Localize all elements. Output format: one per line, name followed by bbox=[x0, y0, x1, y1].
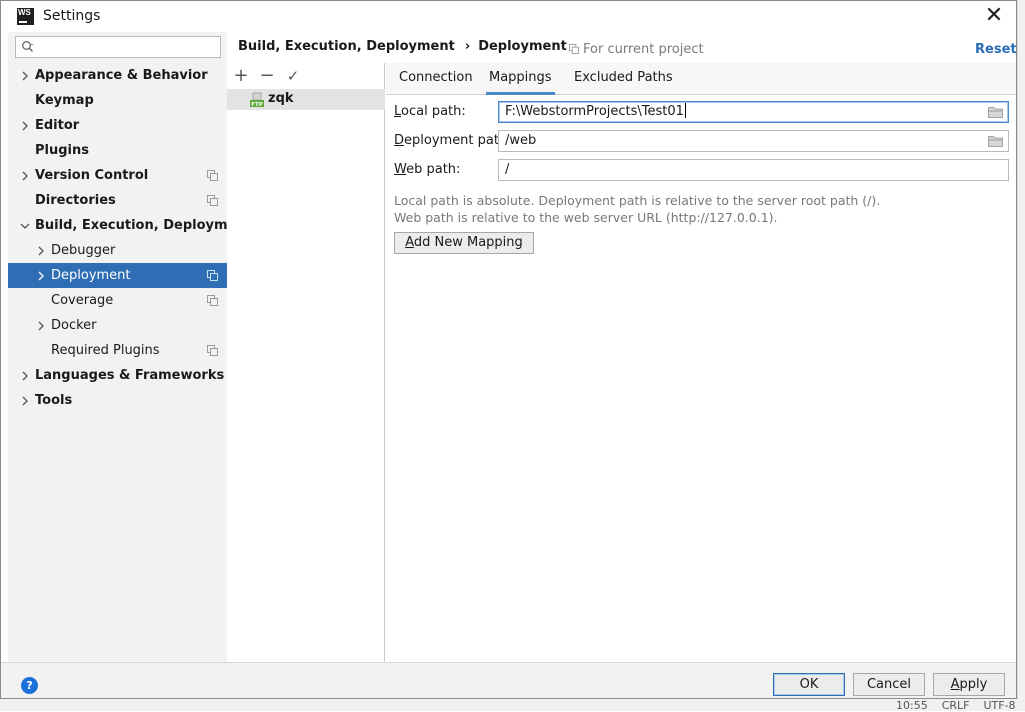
chevron-right-icon[interactable] bbox=[36, 238, 46, 263]
server-list-panel: + − ✓ FTP zqk bbox=[227, 63, 385, 662]
local-path-field[interactable]: F:\WebstormProjects\Test01 bbox=[498, 101, 1009, 123]
sidebar-item-label: Editor bbox=[35, 118, 80, 133]
server-name: zqk bbox=[268, 91, 294, 106]
status-time: 10:55 bbox=[896, 699, 928, 712]
scope-note-text: For current project bbox=[583, 42, 704, 57]
apply-button[interactable]: Apply bbox=[933, 673, 1005, 696]
help-icon[interactable]: ? bbox=[21, 677, 38, 694]
remove-server-button[interactable]: − bbox=[257, 66, 277, 86]
local-path-value: F:\WebstormProjects\Test01 bbox=[505, 104, 684, 119]
breadcrumb-current: Deployment bbox=[478, 39, 567, 54]
chevron-right-icon[interactable] bbox=[20, 163, 30, 188]
sidebar-item-directories[interactable]: Directories bbox=[8, 188, 227, 213]
sidebar-item-label: Build, Execution, Deployment bbox=[35, 218, 252, 233]
web-path-field[interactable]: / bbox=[498, 159, 1009, 181]
search-icon[interactable] bbox=[21, 40, 35, 54]
title-bar: WS Settings ✕ bbox=[1, 1, 1016, 31]
sidebar-item-label: Deployment bbox=[51, 268, 131, 283]
tab-bar: Connection Mappings Excluded Paths bbox=[386, 63, 1016, 95]
sidebar-item-appearance-behavior[interactable]: Appearance & Behavior bbox=[8, 63, 227, 88]
sidebar-item-label: Docker bbox=[51, 318, 97, 333]
tab-connection[interactable]: Connection bbox=[397, 63, 475, 95]
tab-mappings[interactable]: Mappings bbox=[486, 63, 555, 95]
folder-icon[interactable] bbox=[988, 135, 1003, 147]
ftp-server-icon: FTP bbox=[250, 92, 264, 108]
background-taskbar bbox=[0, 699, 1025, 711]
chevron-right-icon[interactable] bbox=[36, 263, 46, 288]
sidebar-item-plugins[interactable]: Plugins bbox=[8, 138, 227, 163]
add-new-mapping-button[interactable]: Add New Mapping bbox=[394, 232, 534, 254]
breadcrumb: Build, Execution, Deployment › Deployment bbox=[238, 39, 567, 54]
web-path-label: Web path: bbox=[394, 162, 461, 177]
sidebar-item-build-execution-deployment[interactable]: Build, Execution, Deployment bbox=[8, 213, 252, 238]
cancel-button[interactable]: Cancel bbox=[853, 673, 925, 696]
hint-line-2: Web path is relative to the web server U… bbox=[394, 210, 778, 225]
sidebar-item-coverage[interactable]: Coverage bbox=[8, 288, 227, 313]
project-scope-icon bbox=[569, 44, 579, 54]
sidebar-item-label: Appearance & Behavior bbox=[35, 68, 208, 83]
scope-note: For current project bbox=[569, 42, 704, 57]
local-path-label: Local path: bbox=[394, 104, 466, 119]
server-toolbar: + − ✓ bbox=[227, 63, 385, 89]
reset-link[interactable]: Reset bbox=[975, 42, 1017, 57]
deployment-path-label: Deployment path: bbox=[394, 133, 512, 148]
chevron-right-icon[interactable] bbox=[36, 313, 46, 338]
deployment-path-field[interactable]: /web bbox=[498, 130, 1009, 152]
project-scope-icon bbox=[207, 345, 218, 356]
sidebar-item-required-plugins[interactable]: Required Plugins bbox=[8, 338, 227, 363]
sidebar-item-label: Version Control bbox=[35, 168, 149, 183]
server-item-zqk[interactable]: FTP zqk bbox=[227, 89, 385, 110]
chevron-right-icon[interactable] bbox=[20, 113, 30, 138]
sidebar-item-label: Coverage bbox=[51, 293, 114, 308]
project-scope-icon bbox=[207, 270, 218, 281]
sidebar-item-version-control[interactable]: Version Control bbox=[8, 163, 227, 188]
settings-content: Build, Execution, Deployment › Deployment … bbox=[227, 32, 1017, 662]
sidebar-item-tools[interactable]: Tools bbox=[8, 388, 227, 413]
sidebar-item-keymap[interactable]: Keymap bbox=[8, 88, 227, 113]
breadcrumb-separator: › bbox=[464, 39, 471, 54]
chevron-right-icon[interactable] bbox=[20, 63, 30, 88]
set-default-server-button[interactable]: ✓ bbox=[283, 66, 303, 86]
folder-icon[interactable] bbox=[988, 106, 1003, 118]
project-scope-icon bbox=[207, 295, 218, 306]
add-server-button[interactable]: + bbox=[231, 66, 251, 86]
sidebar-item-editor[interactable]: Editor bbox=[8, 113, 227, 138]
ok-button[interactable]: OK bbox=[773, 673, 845, 696]
webstorm-logo-icon: WS bbox=[17, 8, 34, 25]
status-encoding: UTF-8 bbox=[983, 699, 1016, 712]
hint-line-1: Local path is absolute. Deployment path … bbox=[394, 193, 881, 208]
chevron-right-icon[interactable] bbox=[20, 388, 30, 413]
sidebar-item-label: Required Plugins bbox=[51, 343, 160, 358]
chevron-right-icon[interactable] bbox=[20, 363, 30, 388]
sidebar-item-label: Tools bbox=[35, 393, 73, 408]
sidebar-item-label: Directories bbox=[35, 193, 116, 208]
chevron-down-icon[interactable] bbox=[20, 213, 30, 238]
status-line-separator: CRLF bbox=[941, 699, 970, 712]
sidebar-item-label: Debugger bbox=[51, 243, 116, 258]
sidebar-item-debugger[interactable]: Debugger bbox=[8, 238, 227, 263]
breadcrumb-parent[interactable]: Build, Execution, Deployment bbox=[238, 39, 455, 54]
project-scope-icon bbox=[207, 170, 218, 181]
search-input[interactable] bbox=[15, 36, 221, 58]
deployment-path-value: /web bbox=[505, 133, 537, 148]
background-window-edge bbox=[1017, 0, 1025, 711]
settings-dialog: WS Settings ✕ Appearance & Behavior Keym… bbox=[0, 0, 1017, 699]
svg-text:FTP: FTP bbox=[251, 102, 263, 108]
sidebar-item-label: Languages & Frameworks bbox=[35, 368, 225, 383]
window-title: Settings bbox=[43, 8, 101, 24]
tab-excluded-paths[interactable]: Excluded Paths bbox=[572, 63, 675, 95]
sidebar-item-languages-frameworks[interactable]: Languages & Frameworks bbox=[8, 363, 227, 388]
close-icon[interactable]: ✕ bbox=[979, 3, 1009, 29]
sidebar-item-label: Plugins bbox=[35, 143, 89, 158]
text-caret bbox=[684, 103, 686, 118]
sidebar-item-label: Keymap bbox=[35, 93, 94, 108]
web-path-value: / bbox=[505, 162, 510, 177]
settings-sidebar: Appearance & Behavior Keymap Editor Plug… bbox=[8, 32, 252, 662]
background-status-bar: 10:55 CRLF UTF-8 bbox=[896, 699, 1025, 712]
sidebar-item-deployment[interactable]: Deployment bbox=[8, 263, 227, 288]
project-scope-icon bbox=[207, 195, 218, 206]
dialog-footer: ? OK Cancel Apply bbox=[1, 662, 1016, 698]
sidebar-item-docker[interactable]: Docker bbox=[8, 313, 227, 338]
